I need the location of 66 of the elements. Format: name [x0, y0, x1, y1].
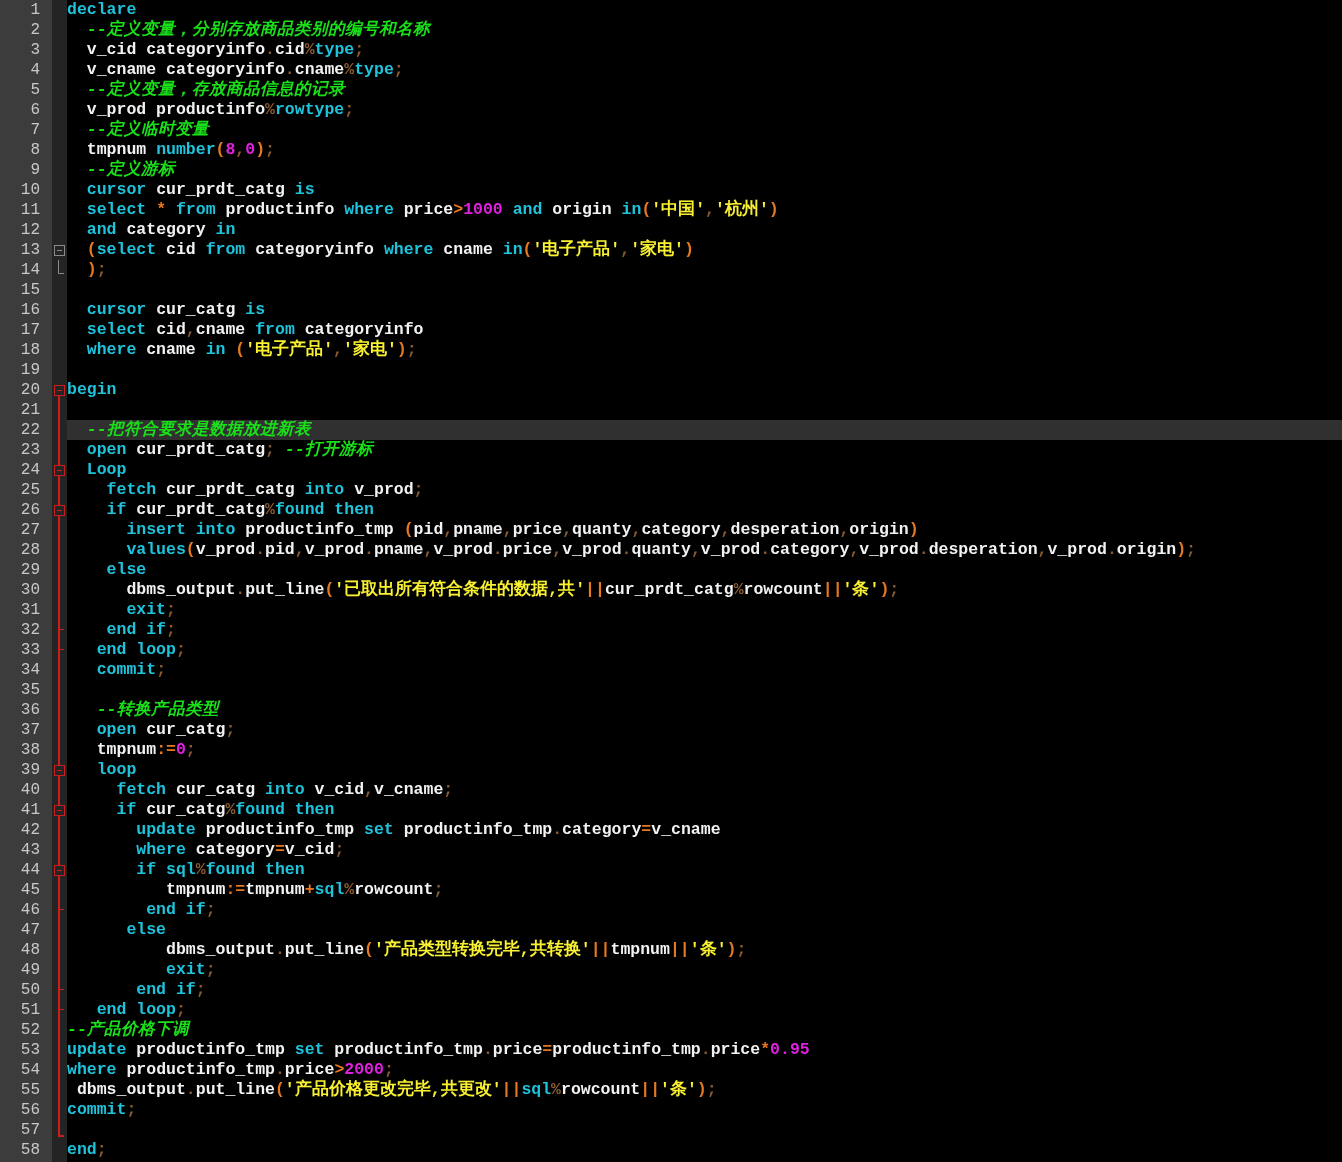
line-number: 4 [30, 60, 40, 80]
line-number: 44 [20, 860, 40, 880]
line-number: 51 [20, 1000, 40, 1020]
line-number: 20 [20, 380, 40, 400]
line-number: 2 [30, 20, 40, 40]
line-number: 39 [20, 760, 40, 780]
line-number: 18 [20, 340, 40, 360]
line-number: 14 [20, 260, 40, 280]
line-number: 53 [20, 1040, 40, 1060]
line-number: 46 [20, 900, 40, 920]
fold-toggle-icon[interactable] [54, 505, 65, 516]
fold-toggle-icon[interactable] [54, 385, 65, 396]
line-number: 49 [20, 960, 40, 980]
line-number: 40 [20, 780, 40, 800]
line-number: 48 [20, 940, 40, 960]
line-number: 13 [20, 240, 40, 260]
line-number: 41 [20, 800, 40, 820]
line-number: 8 [30, 140, 40, 160]
line-number: 22 [20, 420, 40, 440]
line-number: 25 [20, 480, 40, 500]
line-number: 52 [20, 1020, 40, 1040]
line-number: 47 [20, 920, 40, 940]
line-number: 17 [20, 320, 40, 340]
line-number: 15 [20, 280, 40, 300]
line-number: 29 [20, 560, 40, 580]
line-number: 34 [20, 660, 40, 680]
line-number: 55 [20, 1080, 40, 1100]
line-number: 24 [20, 460, 40, 480]
line-number: 7 [30, 120, 40, 140]
line-number: 12 [20, 220, 40, 240]
line-number: 6 [30, 100, 40, 120]
line-number: 43 [20, 840, 40, 860]
fold-toggle-icon[interactable] [54, 805, 65, 816]
fold-end-icon [58, 260, 64, 274]
line-number: 26 [20, 500, 40, 520]
line-number: 16 [20, 300, 40, 320]
line-number: 45 [20, 880, 40, 900]
line-number: 31 [20, 600, 40, 620]
line-number: 23 [20, 440, 40, 460]
line-number: 42 [20, 820, 40, 840]
line-number: 36 [20, 700, 40, 720]
line-number: 33 [20, 640, 40, 660]
line-number: 19 [20, 360, 40, 380]
line-number: 9 [30, 160, 40, 180]
line-number: 32 [20, 620, 40, 640]
line-number: 35 [20, 680, 40, 700]
line-number: 30 [20, 580, 40, 600]
fold-toggle-icon[interactable] [54, 465, 65, 476]
fold-toggle-icon[interactable] [54, 245, 65, 256]
line-number: 28 [20, 540, 40, 560]
line-number: 10 [20, 180, 40, 200]
line-number: 38 [20, 740, 40, 760]
line-number: 37 [20, 720, 40, 740]
fold-toggle-icon[interactable] [54, 865, 65, 876]
line-number: 5 [30, 80, 40, 100]
line-number: 57 [20, 1120, 40, 1140]
line-number: 21 [20, 400, 40, 420]
line-number: 50 [20, 980, 40, 1000]
line-number: 27 [20, 520, 40, 540]
line-number: 3 [30, 40, 40, 60]
line-number: 11 [20, 200, 40, 220]
line-number: 58 [20, 1140, 40, 1160]
fold-toggle-icon[interactable] [54, 765, 65, 776]
line-number: 1 [30, 0, 40, 20]
line-number: 56 [20, 1100, 40, 1120]
line-number: 54 [20, 1060, 40, 1080]
